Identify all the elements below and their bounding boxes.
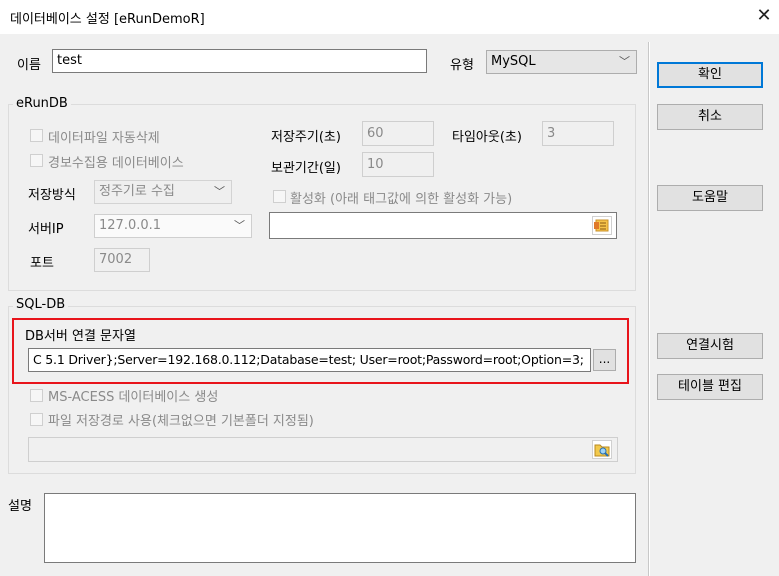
- ms-access-label: MS-ACESS 데이터베이스 생성: [48, 390, 219, 405]
- vertical-divider: [648, 42, 650, 576]
- server-ip-label: 서버IP: [28, 222, 64, 237]
- save-method-value: 정주기로 수집: [99, 184, 175, 199]
- close-icon[interactable]: ✕: [752, 4, 776, 28]
- highlight-box: [12, 318, 629, 384]
- tag-list-icon[interactable]: [592, 216, 612, 235]
- type-label: 유형: [450, 58, 474, 73]
- auto-delete-label: 데이터파일 자동삭제: [48, 131, 160, 146]
- file-path-checkbox[interactable]: [30, 413, 43, 426]
- server-ip-value: 127.0.0.1: [99, 218, 162, 233]
- name-input[interactable]: test: [52, 49, 427, 73]
- alarm-db-label: 경보수집용 데이터베이스: [48, 156, 184, 171]
- name-label: 이름: [17, 58, 41, 73]
- retention-label: 보관기간(일): [271, 161, 341, 176]
- ms-access-checkbox[interactable]: [30, 389, 43, 402]
- chevron-down-icon: ﹀: [619, 55, 630, 68]
- folder-search-icon[interactable]: [592, 440, 612, 459]
- save-period-label: 저장주기(초): [271, 130, 341, 145]
- help-button[interactable]: 도움말: [657, 185, 763, 211]
- activate-tag-input[interactable]: [269, 212, 617, 239]
- timeout-input[interactable]: 3: [542, 121, 614, 146]
- timeout-label: 타임아웃(초): [452, 130, 522, 145]
- port-label: 포트: [30, 256, 54, 271]
- activate-checkbox[interactable]: [273, 190, 286, 203]
- file-path-input[interactable]: [28, 437, 618, 462]
- file-path-label: 파일 저장경로 사용(체크없으면 기본폴더 지정됨): [48, 414, 314, 429]
- edit-table-button[interactable]: 테이블 편집: [657, 374, 763, 400]
- save-method-select[interactable]: 정주기로 수집 ﹀: [94, 180, 232, 204]
- retention-input[interactable]: 10: [362, 152, 434, 177]
- type-select-value: MySQL: [491, 54, 536, 69]
- cancel-button[interactable]: 취소: [657, 104, 763, 130]
- description-textarea[interactable]: [44, 493, 636, 563]
- chevron-down-icon: ﹀: [214, 185, 225, 198]
- activate-label: 활성화 (아래 태그값에 의한 활성화 가능): [290, 192, 513, 207]
- sqldb-group-title: SQL-DB: [13, 297, 69, 312]
- chevron-down-icon: ﹀: [234, 219, 245, 232]
- erundb-group-title: eRunDB: [13, 96, 71, 111]
- auto-delete-checkbox[interactable]: [30, 129, 43, 142]
- test-connection-button[interactable]: 연결시험: [657, 333, 763, 359]
- save-period-input[interactable]: 60: [362, 121, 434, 146]
- description-label: 설명: [8, 499, 32, 514]
- window-title: 데이터베이스 설정 [eRunDemoR]: [10, 12, 205, 27]
- alarm-db-checkbox[interactable]: [30, 154, 43, 167]
- ok-button[interactable]: 확인: [657, 62, 763, 88]
- type-select[interactable]: MySQL ﹀: [486, 50, 637, 74]
- port-input[interactable]: 7002: [94, 248, 150, 272]
- save-method-label: 저장방식: [28, 188, 76, 203]
- server-ip-combo[interactable]: 127.0.0.1 ﹀: [94, 214, 252, 238]
